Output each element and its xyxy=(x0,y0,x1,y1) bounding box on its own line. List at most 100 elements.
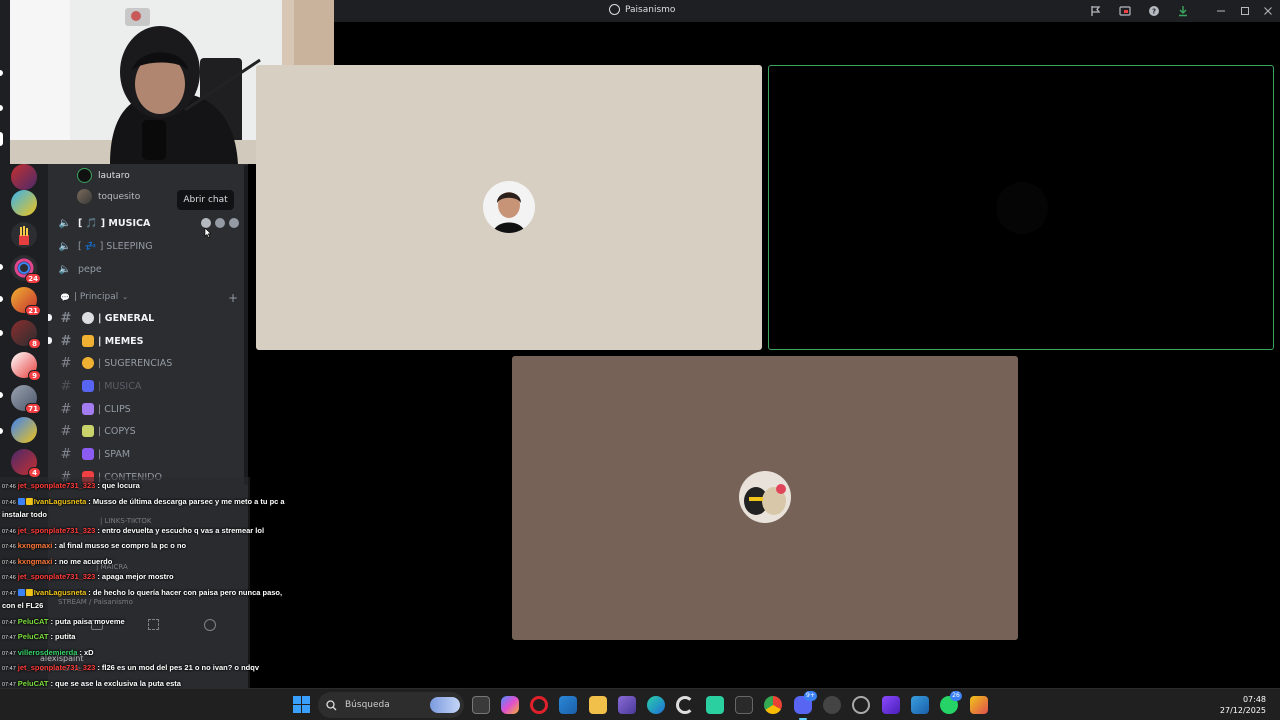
server-badge: 24 xyxy=(25,273,41,284)
voice-channel-pepe[interactable]: 🔈 pepe xyxy=(58,259,244,279)
chat-message: 07:47 villerosdemierda: xD xyxy=(2,646,94,661)
pen-app-icon[interactable] xyxy=(618,696,636,714)
taskbar-search[interactable]: Búsqueda xyxy=(318,692,464,718)
edge-icon[interactable] xyxy=(647,696,665,714)
chat-message: 07:46 jet_sponplate731_323: que locura xyxy=(2,479,140,494)
channel-label: | SPAM xyxy=(98,448,131,460)
chat-text: : putita xyxy=(50,632,76,641)
inbox-icon[interactable] xyxy=(1088,3,1104,19)
window-title: Paisanismo xyxy=(609,4,675,15)
participant-tile-2-speaking[interactable] xyxy=(768,65,1274,350)
copilot-icon[interactable] xyxy=(501,696,519,714)
server-icon-9[interactable] xyxy=(11,417,37,443)
chat-text: : al final musso se compro la pc o no xyxy=(54,541,187,550)
window-title-text: Paisanismo xyxy=(625,4,676,15)
server-badge: 71 xyxy=(25,403,41,414)
server-badge: 8 xyxy=(28,338,41,349)
voice-user[interactable]: lautaro xyxy=(77,168,130,183)
chevron-down-icon: ⌄ xyxy=(122,293,129,301)
text-channel-clips[interactable]: # | CLIPS xyxy=(58,399,244,419)
voice-user[interactable]: toquesito xyxy=(77,189,140,204)
server-icon-ring[interactable]: 24 xyxy=(11,255,41,284)
settings-icon[interactable] xyxy=(229,218,239,228)
category-principal[interactable]: 💬 | Principal ⌄ xyxy=(60,292,128,302)
opera-icon[interactable] xyxy=(530,696,548,714)
chat-username: kxngmaxi xyxy=(17,541,53,550)
invite-icon[interactable] xyxy=(215,218,225,228)
chrome-icon[interactable] xyxy=(764,696,782,714)
download-icon[interactable] xyxy=(1175,3,1191,19)
server-icon xyxy=(609,4,620,15)
close-icon[interactable] xyxy=(1260,3,1276,19)
soundboard-icon[interactable] xyxy=(204,619,216,631)
ccleaner-icon[interactable] xyxy=(676,696,694,714)
chat-username: villerosdemierda xyxy=(17,648,78,657)
chat-text: : puta paisa moveme xyxy=(50,617,125,626)
thinking-emoji-icon xyxy=(82,357,94,369)
chat-text: : entro devuelta y escucho q vas a strem… xyxy=(97,526,265,535)
voice-channel-sleeping[interactable]: 🔈 [ 💤 ] SLEEPING xyxy=(58,236,244,256)
chat-timestamp: 07:46 xyxy=(2,575,16,581)
server-icon-5[interactable]: 21 xyxy=(11,287,41,316)
help-icon[interactable]: ? xyxy=(1146,3,1162,19)
search-highlight-icon xyxy=(430,697,460,713)
text-channel-musica[interactable]: # | MUSICA xyxy=(58,376,244,396)
chat-message: 07:47 PeluCAT: putita xyxy=(2,630,75,645)
maximize-icon[interactable] xyxy=(1237,3,1253,19)
server-icon-8[interactable]: 71 xyxy=(11,385,41,414)
server-icon-7[interactable]: 9 xyxy=(11,352,41,381)
file-explorer-icon[interactable] xyxy=(589,696,607,714)
chat-username: IvanLagusneta xyxy=(33,588,87,597)
activity-icon[interactable] xyxy=(148,619,159,630)
channel-label: | MEMES xyxy=(98,335,144,347)
chat-text: : Musso de última descarga parsec y me m… xyxy=(88,497,285,506)
windows-start-icon[interactable] xyxy=(293,696,310,713)
store-icon[interactable] xyxy=(559,696,577,714)
chat-username: jet_sponplate731_323 xyxy=(17,481,96,490)
terminal-icon[interactable] xyxy=(735,696,753,714)
app-icon[interactable] xyxy=(970,696,988,714)
chat-text: : fl26 es un mod del pes 21 o no ivan? o… xyxy=(97,663,260,672)
server-icon-10[interactable]: 4 xyxy=(11,449,41,478)
server-icon-2[interactable] xyxy=(11,190,37,216)
tool-app-icon[interactable] xyxy=(911,696,929,714)
channel-label: [ 🎵 ] MUSICA xyxy=(78,217,151,229)
text-channel-sugerencias[interactable]: # | SUGERENCIAS xyxy=(58,353,244,373)
hash-icon: # xyxy=(60,310,72,326)
obs-icon[interactable] xyxy=(852,696,870,714)
vpn-icon[interactable] xyxy=(882,696,900,714)
minimize-icon[interactable] xyxy=(1213,3,1229,19)
server-icon-1[interactable] xyxy=(11,164,37,190)
text-channel-spam[interactable]: # | SPAM xyxy=(58,444,244,464)
hash-icon: # xyxy=(60,423,72,439)
voice-user-name: toquesito xyxy=(98,191,141,202)
clip-emoji-icon xyxy=(82,403,94,415)
text-channel-memes[interactable]: # | MEMES xyxy=(58,331,244,351)
chat-text: : de hecho lo quería hacer con paisa per… xyxy=(88,588,283,597)
notepad-icon[interactable] xyxy=(706,696,724,714)
chat-message: 07:46 kxngmaxi: no me acuerdo xyxy=(2,555,112,570)
hash-icon: # xyxy=(60,446,72,462)
server-icon-fries[interactable] xyxy=(11,222,37,248)
server-icon-6[interactable]: 8 xyxy=(11,320,41,349)
chat-username: PeluCAT xyxy=(17,632,49,641)
add-channel-button[interactable]: + xyxy=(228,291,238,305)
text-channel-copys[interactable]: # | COPYS xyxy=(58,421,244,441)
settings-app-icon[interactable] xyxy=(823,696,841,714)
participant-tile-1[interactable] xyxy=(256,65,762,350)
screen-share-icon[interactable] xyxy=(1117,3,1133,19)
discord-badge: 9+ xyxy=(804,691,817,701)
speaker-icon: 🔈 xyxy=(58,240,72,252)
chat-text: : apaga mejor mostro xyxy=(97,572,174,581)
participant-tile-3[interactable] xyxy=(512,356,1018,640)
text-channel-general[interactable]: # | GENERAL xyxy=(58,308,244,328)
chat-text: : que locura xyxy=(97,481,140,490)
task-view-icon[interactable] xyxy=(472,696,490,714)
hash-icon: # xyxy=(60,355,72,371)
voice-user-name: lautaro xyxy=(98,170,130,181)
taskbar-clock[interactable]: 07:48 27/12/2025 xyxy=(1210,694,1266,716)
chat-timestamp: 07:47 xyxy=(2,666,16,672)
avatar xyxy=(77,189,92,204)
channel-scrollbar[interactable] xyxy=(244,165,248,485)
participant-avatar xyxy=(996,182,1048,234)
